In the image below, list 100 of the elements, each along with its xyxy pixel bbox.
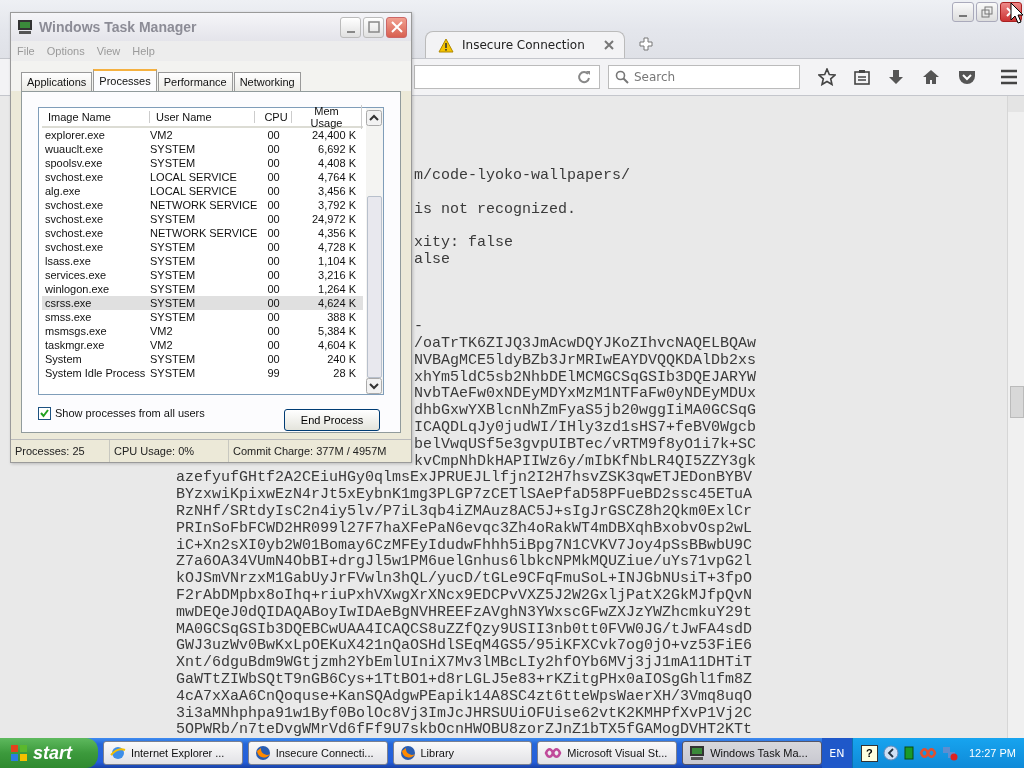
bookmark-star-icon[interactable]	[818, 68, 836, 86]
column-header[interactable]: Mem Usage	[292, 105, 362, 129]
table-cell-text: 00	[266, 143, 281, 155]
process-row[interactable]: System Idle Process SYSTEM 99 28 K	[42, 366, 363, 380]
column-header[interactable]: Image Name	[42, 111, 150, 123]
table-cell-text: 00	[266, 129, 281, 141]
process-row[interactable]: svchost.exe NETWORK SERVICE 00 3,792 K	[42, 198, 363, 212]
scroll-up-icon[interactable]	[366, 110, 382, 126]
reading-list-icon[interactable]	[854, 69, 870, 85]
process-row[interactable]: csrss.exe SYSTEM 00 4,624 K	[42, 296, 363, 310]
table-cell-text: 00	[266, 353, 281, 365]
taskbar-button[interactable]: Library	[392, 741, 533, 765]
taskbar-button[interactable]: Internet Explorer ...	[102, 741, 243, 765]
process-row[interactable]: System SYSTEM 00 240 K	[42, 352, 363, 366]
table-cell-text: wuauclt.exe	[44, 143, 105, 155]
close-tab-icon[interactable]	[604, 40, 614, 50]
tab[interactable]: Processes	[93, 69, 157, 91]
search-field[interactable]: Search	[608, 65, 800, 89]
tab-title: Insecure Connection	[462, 38, 586, 52]
table-cell-text: 99	[266, 367, 281, 379]
tab[interactable]: Networking	[233, 72, 301, 91]
process-row[interactable]: smss.exe SYSTEM 00 388 K	[42, 310, 363, 324]
table-cell-text: 3,456 K	[317, 185, 357, 197]
taskbar-button[interactable]: Windows Task Ma...	[682, 741, 822, 765]
table-cell-text: 388 K	[326, 311, 357, 323]
tab[interactable]: Performance	[157, 72, 233, 91]
process-row[interactable]: wuauclt.exe SYSTEM 00 6,692 K	[42, 142, 363, 156]
scroll-down-icon[interactable]	[366, 378, 382, 394]
globe-e-icon	[109, 745, 126, 761]
browser-tab[interactable]: Insecure Connection	[425, 31, 625, 58]
table-cell-text: SYSTEM	[150, 255, 197, 267]
maximize-button[interactable]	[363, 16, 384, 38]
document-text-line: NvbTAeFw0xNDEyMDYxMzM1NTFaFw0yNDEyMDUx	[414, 386, 758, 403]
document-text-line: RzNHf/SRtdyIsC2n4iy5lv/P7iL3qb4iZMAuz8AC5J+sIgJrGSCZ8h2Qkm0ExlCr	[176, 503, 754, 521]
checkbox[interactable]	[38, 406, 51, 420]
start-button[interactable]: start	[0, 738, 98, 768]
chevron-left-icon[interactable]	[882, 745, 899, 761]
scrollbar[interactable]	[366, 108, 383, 394]
process-row[interactable]: services.exe SYSTEM 00 3,216 K	[42, 268, 363, 282]
taskbar-button[interactable]: Insecure Connecti...	[247, 741, 388, 765]
process-row[interactable]: svchost.exe SYSTEM 00 4,728 K	[42, 240, 363, 254]
table-cell-text: 00	[266, 269, 281, 281]
table-cell-text: 4,624 K	[317, 297, 357, 309]
table-cell-text: 1,264 K	[317, 283, 357, 295]
help-button[interactable]: ?	[860, 744, 878, 762]
table-cell-text: SYSTEM	[150, 311, 197, 323]
table-cell-text: 4,728 K	[317, 241, 357, 253]
document-text-line: mwDEQeJ0dQIDAQABoyIwIDAeBgNVHREEFzAVghN3YWxscGFwZXJzYWZhcmkuY29t	[176, 604, 754, 622]
process-row[interactable]: winlogon.exe SYSTEM 00 1,264 K	[42, 282, 363, 296]
table-cell-text: 00	[266, 339, 281, 351]
infinity-icon	[544, 746, 563, 760]
table-cell-text: explorer.exe	[44, 129, 106, 141]
address-field[interactable]	[414, 65, 600, 89]
table-cell-text: svchost.exe	[44, 213, 105, 225]
process-row[interactable]: msmsgs.exe VM2 00 5,384 K	[42, 324, 363, 338]
home-icon[interactable]	[922, 69, 940, 85]
table-cell-text: services.exe	[44, 269, 108, 281]
document-text-line: xhYm5ldC5sb2NhbDElMCMGCSqGSIb3DQEJARYW	[414, 369, 758, 386]
document-text-line: F2rAbDMpbx8oIhq+riuPxhVXwgXrXNcx9EDCPvVXZ5J2W2GxljPatX2GkMJfpQvN	[176, 587, 754, 605]
search-icon	[615, 70, 629, 84]
tab[interactable]: Applications	[21, 72, 93, 91]
minimize-icon	[959, 15, 967, 17]
table-cell-text: 00	[266, 171, 281, 183]
minimize-button[interactable]	[952, 2, 974, 22]
status-text: Processes: 25	[11, 440, 110, 462]
language-indicator[interactable]: EN	[821, 738, 852, 768]
end-process-button[interactable]: End Process	[284, 409, 380, 431]
process-row[interactable]: svchost.exe LOCAL SERVICE 00 4,764 K	[42, 170, 363, 184]
document-text-line: Xnt/6dguBdm9WGtjzmh2YbEmlUIniX7Mv3lMBcLIy2hfOYb6MVj3jJ1mA11DHTiT	[176, 655, 754, 672]
menu-icon[interactable]	[1000, 69, 1018, 85]
scrollbar[interactable]	[1007, 96, 1024, 738]
table-cell-text: 6,692 K	[317, 143, 357, 155]
process-row[interactable]: spoolsv.exe SYSTEM 00 4,408 K	[42, 156, 363, 170]
table-cell-text: 4,356 K	[317, 227, 357, 239]
table-cell-text: 4,604 K	[317, 339, 357, 351]
computer-icon	[17, 19, 33, 35]
document-text-line: PRInSoFbFCWD2HR099l27F7haXFePaN6evqc3Zh4oRakWT4mDBXqhBxobvOsp2wL	[176, 520, 754, 538]
process-row[interactable]: lsass.exe SYSTEM 00 1,104 K	[42, 254, 363, 268]
document-text-line: GWJ3uzWv0BwKxLpOEKuX421nQaOSHdlSEqM4GS5/95iKFXCvk7og0jO+vz53FiE6	[176, 638, 754, 655]
process-row[interactable]: taskmgr.exe VM2 00 4,604 K	[42, 338, 363, 352]
document-text-line: /oaTrTK6ZIJQ3JmAcwDQYJKoZIhvcNAQELBQAw	[414, 335, 758, 353]
new-tab-icon[interactable]	[639, 37, 653, 51]
process-row[interactable]: svchost.exe SYSTEM 00 24,972 K	[42, 212, 363, 226]
process-row[interactable]: svchost.exe NETWORK SERVICE 00 4,356 K	[42, 226, 363, 240]
table-cell-text: winlogon.exe	[44, 283, 111, 295]
column-header[interactable]: User Name	[150, 111, 255, 123]
minimize-button[interactable]	[340, 16, 361, 38]
status-text: Commit Charge: 377M / 4957M	[232, 444, 388, 459]
process-row[interactable]: explorer.exe VM2 00 24,400 K	[42, 128, 363, 142]
pocket-icon[interactable]	[958, 69, 976, 85]
reload-icon[interactable]	[577, 70, 591, 84]
table-cell-text: 00	[266, 241, 281, 253]
status-indicator-icon[interactable]	[903, 746, 914, 760]
download-icon[interactable]	[888, 69, 904, 85]
column-header[interactable]: CPU	[255, 111, 292, 123]
taskbar-button[interactable]: Microsoft Visual St...	[537, 741, 678, 765]
table-cell-text: msmsgs.exe	[44, 325, 108, 337]
table-cell-text: svchost.exe	[44, 227, 105, 239]
process-row[interactable]: alg.exe LOCAL SERVICE 00 3,456 K	[42, 184, 363, 198]
window-title: Windows Task Manager	[39, 19, 198, 35]
